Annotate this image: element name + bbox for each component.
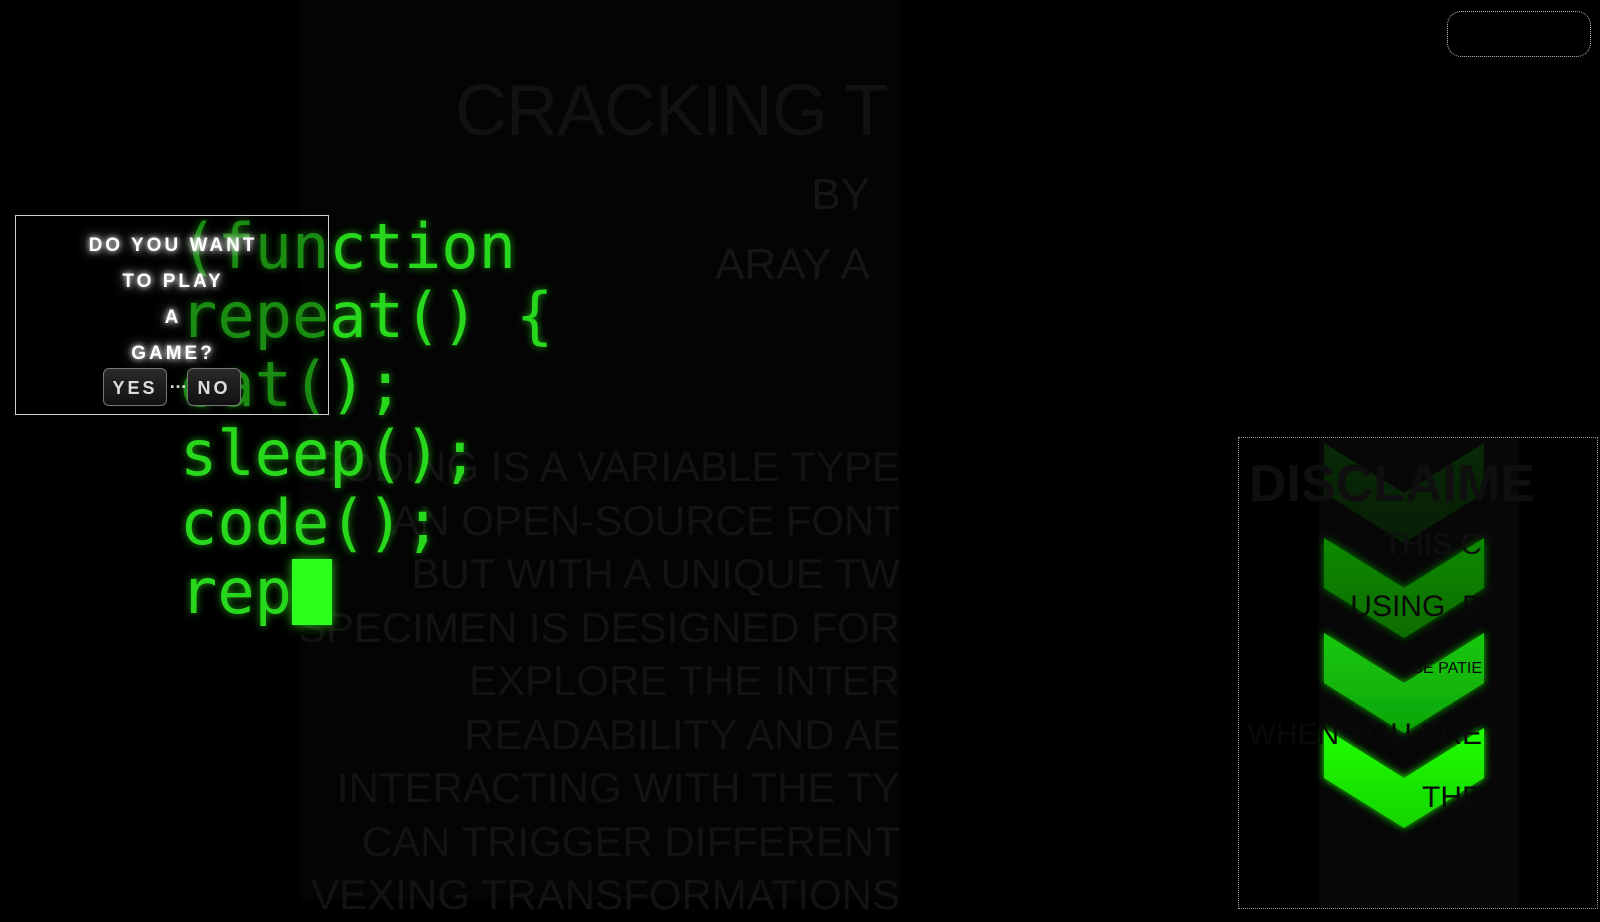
disclaimer-line: THE <box>1422 781 1482 814</box>
disclaimer-panel[interactable]: DISCLAIME THIS C USING, B BE PATIE WHEN … <box>1238 437 1598 909</box>
dialog-question: DO YOU WANT TO PLAY A GAME? <box>16 228 330 372</box>
ellipsis: … <box>169 372 187 392</box>
code-line: code(); <box>180 486 442 559</box>
code-line-text: rep <box>180 555 292 628</box>
yes-button[interactable]: YES <box>103 368 167 406</box>
disclaimer-line: USING, B <box>1350 590 1482 623</box>
intro-line: CAN TRIGGER DIFFERENT <box>361 817 900 865</box>
intro-line: INTERACTING WITH THE TY <box>336 764 900 811</box>
dialog-line: TO PLAY <box>122 271 224 292</box>
intro-line: VEXING TRANSFORMATIONS <box>311 871 900 918</box>
disclaimer-title: DISCLAIME <box>1249 455 1535 513</box>
disclaimer-line: BE PATIE <box>1412 660 1482 677</box>
author-name: ARAY A <box>715 240 870 289</box>
page-title: CRACKING T <box>455 71 889 151</box>
text-cursor <box>291 559 332 625</box>
intro-line: READABILITY AND AE <box>464 710 900 758</box>
menu-button[interactable] <box>1447 11 1591 57</box>
disclaimer-line: THIS C <box>1383 528 1482 561</box>
dialog-line: A <box>164 307 182 328</box>
dialog-line: DO YOU WANT <box>88 235 258 256</box>
disclaimer-line: WHEN YOU BRE <box>1247 718 1482 751</box>
no-button[interactable]: NO <box>187 368 241 406</box>
play-game-dialog: DO YOU WANT TO PLAY A GAME? YES … NO <box>15 215 329 415</box>
code-line: sleep(); <box>180 417 479 490</box>
byline: BY <box>811 170 870 219</box>
dialog-line: GAME? <box>131 343 215 364</box>
intro-line: EXPLORE THE INTER <box>469 657 900 704</box>
code-line-current: rep <box>180 557 553 626</box>
